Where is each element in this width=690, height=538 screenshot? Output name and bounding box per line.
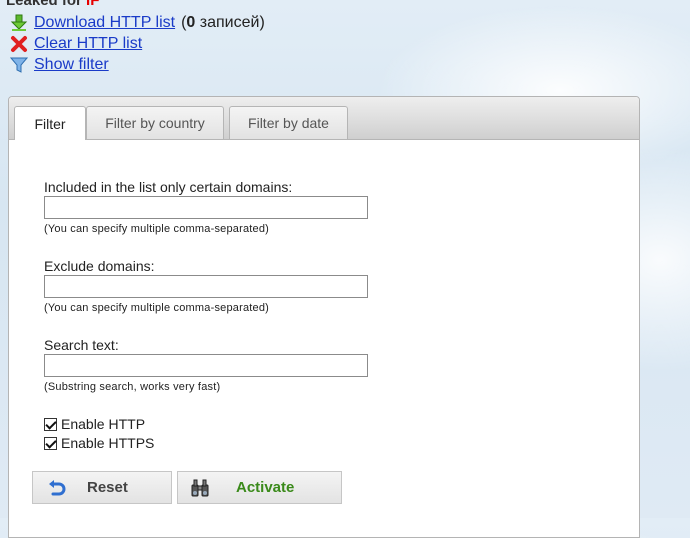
leaked-tag: IF	[86, 0, 100, 9]
exclude-domains-hint: (You can specify multiple comma-separate…	[44, 302, 270, 314]
enable-http-checkbox[interactable]	[44, 417, 57, 431]
search-text-input[interactable]	[44, 354, 368, 377]
reset-button[interactable]: Reset	[32, 471, 172, 504]
download-row: Download HTTP list (0 записей)	[10, 14, 265, 32]
activate-button[interactable]: Activate	[177, 471, 342, 504]
enable-https-checkbox[interactable]	[44, 436, 57, 450]
show-filter-row: Show filter	[9, 56, 109, 74]
clear-http-list-link[interactable]: Clear HTTP list	[34, 35, 142, 53]
enable-http-label: Enable HTTP	[61, 416, 146, 432]
funnel-icon	[9, 56, 29, 74]
download-http-list-link[interactable]: Download HTTP list	[34, 14, 175, 32]
included-domains-hint: (You can specify multiple comma-separate…	[44, 223, 270, 235]
reset-button-label: Reset	[87, 479, 128, 496]
tab-filter[interactable]: Filter	[14, 106, 86, 140]
record-count-value: 0	[186, 14, 196, 31]
tab-filter-by-country[interactable]: Filter by country	[86, 106, 224, 139]
enable-http-row: Enable HTTP	[44, 416, 145, 432]
leaked-header: Leaked for IF	[6, 0, 99, 9]
red-x-icon	[10, 35, 28, 53]
enable-https-row: Enable HTTPS	[44, 435, 154, 451]
show-filter-link[interactable]: Show filter	[34, 56, 109, 74]
binoculars-icon	[190, 478, 210, 498]
exclude-domains-input[interactable]	[44, 275, 368, 298]
clear-row: Clear HTTP list	[10, 35, 142, 53]
undo-arrow-icon	[47, 478, 67, 498]
enable-https-label: Enable HTTPS	[61, 435, 155, 451]
search-text-label: Search text:	[44, 337, 119, 353]
record-count: (0 записей)	[181, 14, 265, 31]
filter-panel: Filter Filter by country Filter by date …	[8, 96, 640, 538]
included-domains-input[interactable]	[44, 196, 368, 219]
download-arrow-icon	[10, 14, 28, 32]
exclude-domains-label: Exclude domains:	[44, 258, 155, 274]
leaked-prefix: Leaked for	[6, 0, 82, 9]
tab-filter-by-date[interactable]: Filter by date	[229, 106, 348, 139]
search-text-hint: (Substring search, works very fast)	[44, 381, 221, 393]
included-domains-label: Included in the list only certain domain…	[44, 179, 293, 195]
activate-button-label: Activate	[236, 479, 295, 496]
tab-bar: Filter Filter by country Filter by date	[9, 97, 639, 140]
